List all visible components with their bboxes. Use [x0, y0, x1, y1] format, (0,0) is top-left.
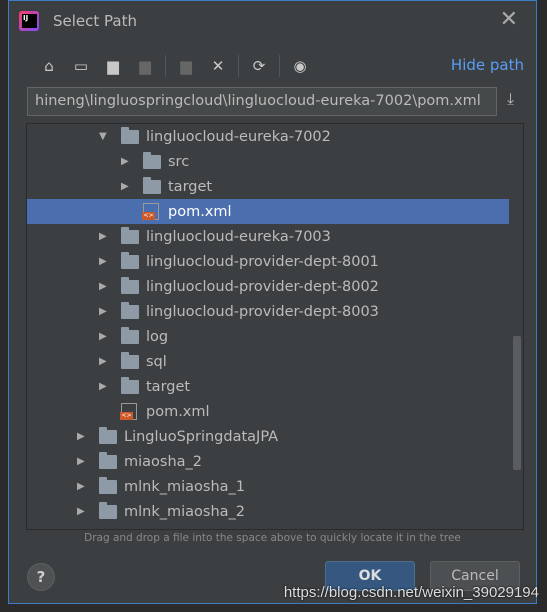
folder-icon — [99, 451, 117, 469]
tree-item[interactable]: ▶ lingluocloud-eureka-7003 — [27, 224, 509, 249]
tree-item[interactable]: ▶ mlnk_miaosha_1 — [27, 474, 509, 499]
toolbar-separator — [238, 55, 239, 77]
new-folder-icon[interactable]: ▆ — [170, 57, 202, 75]
select-path-dialog: Select Path ✕ ⌂▭▆▆▆✕⟳◉ Hide path hineng\… — [8, 0, 537, 604]
tree-item[interactable]: ▶ mlnk_miaosha_2 — [27, 499, 509, 524]
folder-icon — [121, 251, 139, 269]
tree-item[interactable]: ▶ miaosha_2 — [27, 449, 509, 474]
chevron-right-icon[interactable]: ▶ — [77, 431, 87, 442]
tree-item[interactable]: ▶ target — [27, 174, 509, 199]
tree-item[interactable]: ▶ lingluocloud-provider-dept-8001 — [27, 249, 509, 274]
tree-item-label: mlnk_miaosha_2 — [124, 503, 246, 520]
toolbar-separator — [165, 55, 166, 77]
tree-item-label: target — [168, 178, 213, 195]
tree-item-label: log — [146, 328, 169, 345]
home-icon[interactable]: ⌂ — [33, 57, 65, 75]
folder-icon — [121, 126, 139, 144]
refresh-icon[interactable]: ⟳ — [243, 57, 275, 75]
tree-item[interactable]: ▶ sql — [27, 349, 509, 374]
hide-path-link[interactable]: Hide path — [451, 56, 524, 74]
tree-item-label: lingluocloud-eureka-7003 — [146, 228, 331, 245]
watermark: https://blog.csdn.net/weixin_39029194 — [283, 584, 539, 601]
tree-item[interactable]: ▼ lingluocloud-eureka-7002 — [27, 124, 509, 149]
tree-item[interactable]: ▶ LingluoSpringdataJPA — [27, 424, 509, 449]
chevron-right-icon[interactable]: ▶ — [121, 181, 131, 192]
chevron-right-icon[interactable]: ▶ — [77, 506, 87, 517]
folder-icon — [143, 151, 161, 169]
title-bar: Select Path — [19, 9, 137, 33]
tree-item[interactable]: ▶ lingluocloud-provider-dept-8002 — [27, 274, 509, 299]
tree-item-label: miaosha_2 — [124, 453, 203, 470]
tree-item-label: LingluoSpringdataJPA — [124, 428, 279, 445]
folder-icon — [99, 501, 117, 519]
project-folder-icon[interactable]: ▆ — [97, 57, 129, 75]
dialog-title: Select Path — [53, 12, 137, 30]
chevron-right-icon[interactable]: ▶ — [99, 381, 109, 392]
path-input[interactable]: hineng\lingluospringcloud\lingluocloud-e… — [27, 87, 497, 116]
chevron-right-icon[interactable]: ▶ — [99, 256, 109, 267]
tree-item[interactable]: ▶ src — [27, 149, 509, 174]
chevron-right-icon[interactable]: ▶ — [99, 356, 109, 367]
toolbar-separator — [279, 55, 280, 77]
folder-icon — [99, 476, 117, 494]
tree-item[interactable]: ▶ log — [27, 324, 509, 349]
folder-icon — [121, 376, 139, 394]
tree-scrollbar[interactable] — [513, 336, 521, 470]
chevron-right-icon[interactable]: ▶ — [99, 306, 109, 317]
chevron-down-icon[interactable]: ▼ — [99, 131, 109, 142]
folder-icon — [121, 301, 139, 319]
file-tree[interactable]: ▼ lingluocloud-eureka-7002 ▶ src ▶ target pom.… — [26, 123, 524, 530]
tree-item-label: target — [146, 378, 191, 395]
tree-item-label: pom.xml — [146, 403, 210, 420]
delete-icon[interactable]: ✕ — [202, 57, 234, 75]
desktop-icon[interactable]: ▭ — [65, 57, 97, 75]
tree-item-label: mlnk_miaosha_1 — [124, 478, 246, 495]
chevron-right-icon[interactable]: ▶ — [77, 456, 87, 467]
chevron-right-icon[interactable]: ▶ — [77, 481, 87, 492]
toolbar: ⌂ ▭ ▆ ▆ ▆ ✕ ⟳ ◉ — [33, 53, 316, 79]
tree-item[interactable]: pom.xml — [27, 399, 509, 424]
chevron-right-icon[interactable]: ▶ — [121, 156, 131, 167]
chevron-right-icon[interactable]: ▶ — [99, 331, 109, 342]
tree-item-label: lingluocloud-eureka-7002 — [146, 128, 331, 145]
folder-icon — [99, 426, 117, 444]
folder-icon — [121, 326, 139, 344]
module-folder-icon[interactable]: ▆ — [129, 57, 161, 75]
tree-item-label: lingluocloud-provider-dept-8002 — [146, 278, 379, 295]
folder-icon — [121, 351, 139, 369]
folder-icon — [143, 176, 161, 194]
tree-item[interactable]: pom.xml — [27, 199, 509, 224]
folder-icon — [121, 276, 139, 294]
intellij-logo-icon — [19, 11, 39, 31]
tree-item-label: lingluocloud-provider-dept-8001 — [146, 253, 379, 270]
drag-drop-hint: Drag and drop a file into the space abov… — [84, 532, 461, 544]
tree-item-label: lingluocloud-provider-dept-8003 — [146, 303, 379, 320]
close-icon[interactable]: ✕ — [500, 9, 518, 31]
download-icon[interactable]: ⤓ — [507, 89, 514, 109]
xml-file-icon — [120, 403, 137, 420]
tree-item-label: src — [168, 153, 190, 170]
chevron-right-icon[interactable]: ▶ — [99, 231, 109, 242]
tree-item[interactable]: ▶ target — [27, 374, 509, 399]
tree-item-label: pom.xml — [168, 203, 232, 220]
tree-item[interactable]: ▶ lingluocloud-provider-dept-8003 — [27, 299, 509, 324]
tree-item-label: sql — [146, 353, 167, 370]
xml-file-icon — [142, 203, 159, 220]
chevron-right-icon[interactable]: ▶ — [99, 281, 109, 292]
folder-icon — [121, 226, 139, 244]
show-hidden-icon[interactable]: ◉ — [284, 57, 316, 75]
help-button[interactable]: ? — [27, 563, 55, 591]
